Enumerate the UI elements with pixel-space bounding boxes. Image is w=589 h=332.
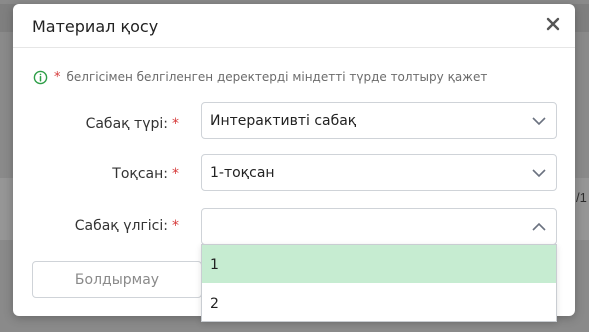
lesson-template-select[interactable] (201, 208, 557, 245)
required-star: * (172, 116, 179, 132)
lesson-template-dropdown: 1 2 (201, 244, 557, 322)
required-star: * (54, 69, 61, 85)
quarter-label: Тоқсан: * (112, 166, 179, 182)
lesson-type-label: Сабақ түрі: * (85, 116, 179, 132)
dialog-header: Материал қосу (13, 4, 575, 48)
dropdown-option-2[interactable]: 2 (202, 284, 556, 322)
required-fields-notice: * белгісімен белгіленген деректерді мінд… (33, 68, 487, 86)
quarter-value: 1-тоқсан (210, 165, 275, 181)
notice-text: белгісімен белгіленген деректерді міндет… (66, 70, 488, 84)
cancel-button-label: Болдырмау (74, 272, 160, 288)
chevron-down-icon (532, 169, 546, 178)
quarter-select[interactable]: 1-тоқсан (201, 154, 557, 191)
lesson-type-select[interactable]: Интерактивті сабақ (201, 102, 557, 139)
close-button[interactable] (543, 14, 563, 34)
background-page-text: /1 (576, 190, 587, 205)
info-icon (33, 70, 48, 84)
required-star: * (172, 166, 179, 182)
close-icon (546, 17, 560, 31)
lesson-template-label: Сабақ үлгісі: * (74, 218, 179, 234)
dropdown-option-1[interactable]: 1 (202, 245, 556, 283)
lesson-type-value: Интерактивті сабақ (210, 113, 357, 129)
dialog-title: Материал қосу (32, 17, 159, 36)
chevron-down-icon (532, 117, 546, 126)
chevron-up-icon (532, 222, 546, 231)
required-star: * (172, 218, 179, 234)
cancel-button[interactable]: Болдырмау (32, 261, 202, 298)
